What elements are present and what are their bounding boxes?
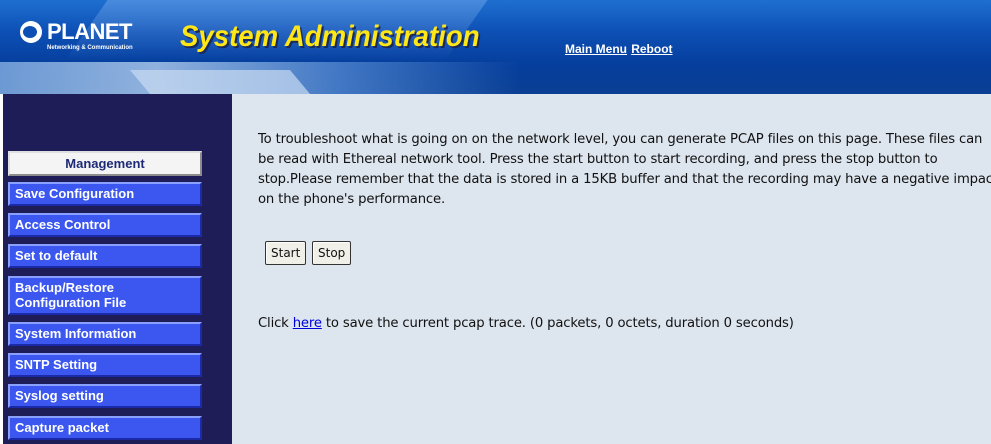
main-content: To troubleshoot what is going on on the … [232, 94, 991, 444]
banner-swoosh [129, 70, 311, 94]
page-title: System Administration [180, 20, 480, 53]
header-banner: PLANET Networking & Communication System… [0, 0, 991, 94]
sidebar-item-system-information[interactable]: System Information [8, 322, 202, 346]
sidebar: Management Save Configuration Access Con… [0, 94, 232, 444]
sidebar-section-title: Management [8, 151, 202, 176]
sidebar-item-sntp-setting[interactable]: SNTP Setting [8, 353, 202, 377]
start-button[interactable]: Start [265, 241, 307, 265]
save-trace-text: Click here to save the current pcap trac… [258, 316, 794, 331]
sidebar-item-capture-packet[interactable]: Capture packet [8, 416, 202, 440]
sidebar-item-access-control[interactable]: Access Control [8, 213, 202, 237]
logo-tagline: Networking & Communication [47, 45, 133, 51]
main-menu-link[interactable]: Main Menu [565, 42, 627, 56]
stop-button[interactable]: Stop [312, 241, 352, 265]
save-trace-link[interactable]: here [293, 316, 322, 331]
sidebar-item-set-to-default[interactable]: Set to default [8, 244, 202, 268]
sidebar-item-syslog-setting[interactable]: Syslog setting [8, 384, 202, 408]
planet-logo-icon [20, 21, 42, 43]
planet-logo: PLANET Networking & Communication [20, 20, 133, 56]
sidebar-item-save-configuration[interactable]: Save Configuration [8, 182, 202, 206]
save-trace-suffix: to save the current pcap trace. (0 packe… [321, 316, 794, 331]
capture-description: To troubleshoot what is going on on the … [258, 132, 991, 207]
logo-text: PLANET [47, 19, 132, 44]
sidebar-item-backup-restore[interactable]: Backup/Restore Configuration File [8, 276, 202, 315]
top-nav: Main Menu Reboot [565, 42, 673, 56]
save-trace-prefix: Click [258, 316, 293, 331]
reboot-link[interactable]: Reboot [631, 42, 672, 56]
